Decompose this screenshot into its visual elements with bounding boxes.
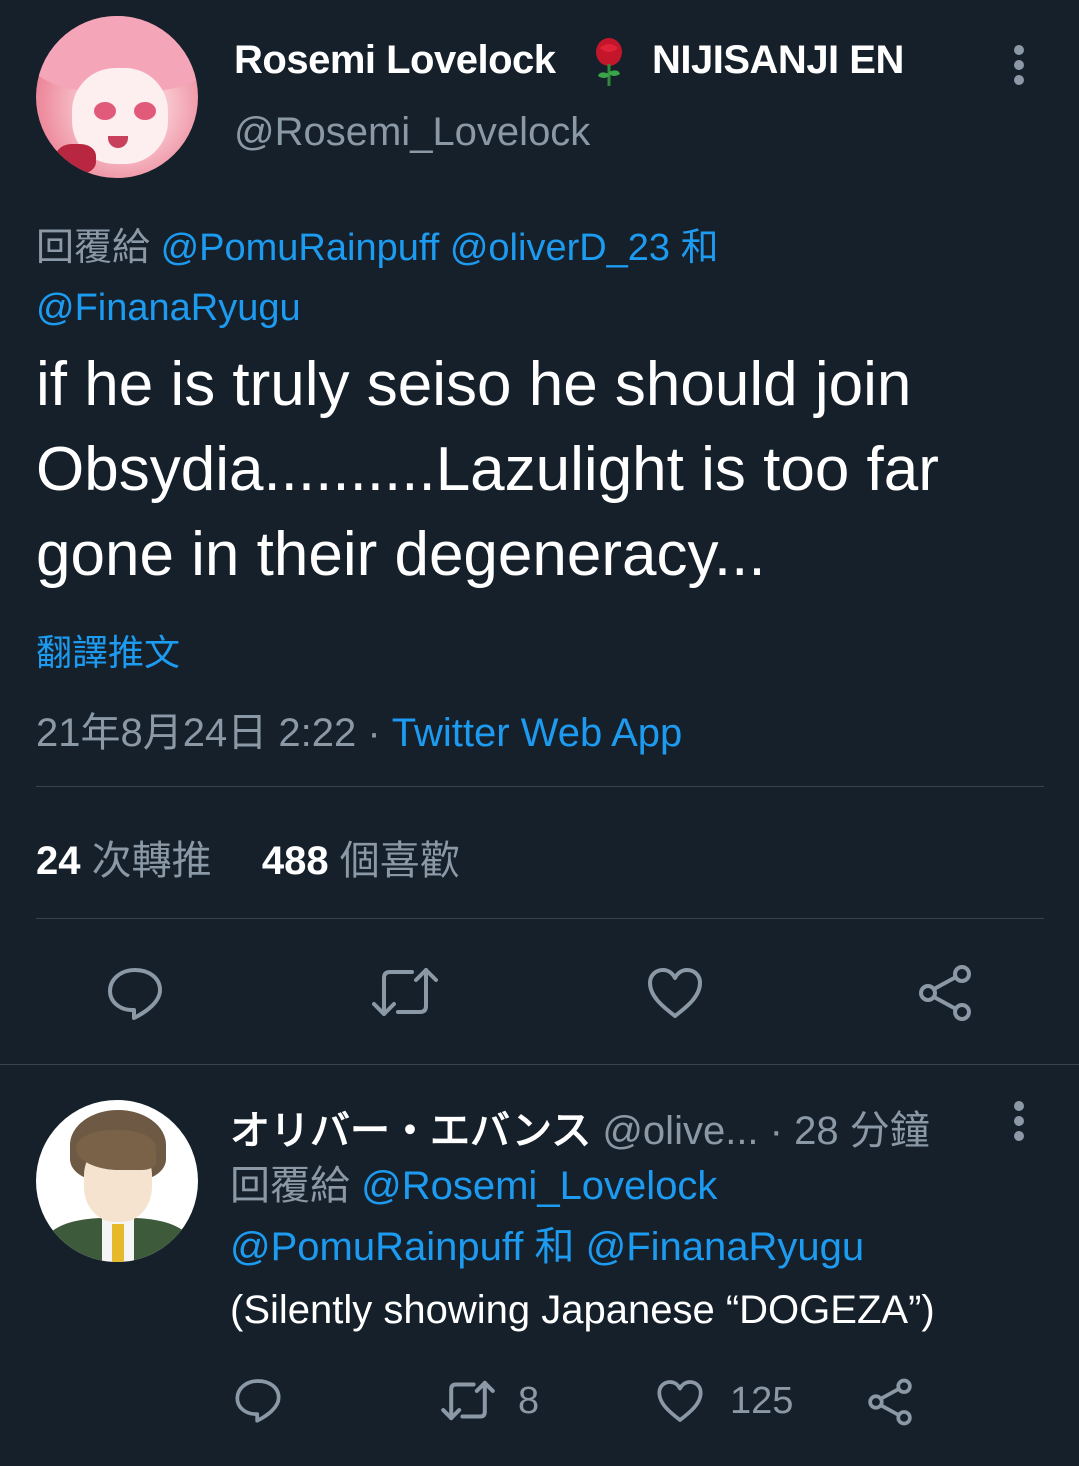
likes-stat[interactable]: 488 個喜歡 (262, 839, 460, 883)
reply-joiner: 和 (680, 227, 719, 269)
reply-icon[interactable] (234, 1376, 282, 1424)
author-org-name: NIJISANJI EN (652, 38, 904, 82)
reply-author-name[interactable]: オリバー・エバンス (230, 1109, 591, 1153)
tweet-timestamp[interactable]: 21年8月24日 2:22 (36, 711, 356, 755)
reply-joiner: 和 (534, 1225, 575, 1269)
section-divider (0, 1064, 1079, 1065)
mention-link[interactable]: @oliverD_23 (450, 227, 670, 269)
share-icon[interactable] (866, 1378, 914, 1426)
heart-icon[interactable] (656, 1378, 704, 1424)
divider (36, 918, 1044, 919)
reply-time[interactable]: 28 分鐘 (794, 1109, 930, 1153)
retweet-icon[interactable] (370, 964, 440, 1020)
likes-label: 個喜歡 (339, 839, 460, 883)
reply-icon[interactable] (106, 964, 164, 1022)
reply-like-count: 125 (730, 1380, 794, 1422)
reply-text: (Silently showing Japanese “DOGEZA”) (230, 1288, 935, 1332)
reply-to-line: 回覆給 @PomuRainpuff @oliverD_23 和 @FinanaR… (36, 218, 1036, 338)
author-handle[interactable]: @Rosemi_Lovelock (234, 110, 590, 155)
mention-link[interactable]: @FinanaRyugu (586, 1225, 865, 1269)
reply-header: オリバー・エバンス @olive... · 28 分鐘 (230, 1098, 930, 1156)
more-vertical-icon[interactable] (1004, 1100, 1034, 1142)
tweet-meta: 21年8月24日 2:22 · Twitter Web App (36, 700, 682, 758)
translate-tweet-link[interactable]: 翻譯推文 (36, 624, 180, 676)
retweets-label: 次轉推 (91, 839, 212, 883)
reply-prefix: 回覆給 (230, 1164, 350, 1208)
reply-author-handle[interactable]: @olive... (602, 1109, 758, 1153)
tweet-source[interactable]: Twitter Web App (392, 711, 683, 755)
retweet-icon[interactable] (440, 1378, 496, 1423)
meta-separator: · (367, 711, 381, 755)
mention-link[interactable]: @PomuRainpuff (230, 1225, 523, 1269)
retweets-stat[interactable]: 24 次轉推 (36, 839, 223, 883)
mention-link[interactable]: @FinanaRyugu (36, 287, 301, 329)
author-avatar[interactable] (36, 16, 198, 178)
mention-link[interactable]: @PomuRainpuff (161, 227, 440, 269)
retweets-count: 24 (36, 839, 81, 883)
divider (36, 786, 1044, 787)
rose-emoji-icon (596, 38, 622, 86)
tweet-text: if he is truly seiso he should join Obsy… (36, 350, 939, 589)
share-icon[interactable] (916, 964, 974, 1022)
reply-to-line: 回覆給 @Rosemi_Lovelock @PomuRainpuff 和 @Fi… (230, 1156, 1050, 1278)
reply-retweet-count: 8 (518, 1380, 540, 1422)
likes-count: 488 (261, 839, 329, 883)
reply-separator: · (769, 1109, 783, 1153)
more-vertical-icon[interactable] (1004, 44, 1034, 86)
mention-link[interactable]: @Rosemi_Lovelock (361, 1164, 717, 1208)
heart-icon[interactable] (646, 966, 704, 1020)
reply-prefix: 回覆給 (36, 227, 151, 269)
reply-author-avatar[interactable] (36, 1100, 198, 1262)
author-display-name[interactable]: Rosemi Lovelock (234, 38, 556, 83)
tweet-stats: 24 次轉推 488 個喜歡 (36, 828, 460, 886)
